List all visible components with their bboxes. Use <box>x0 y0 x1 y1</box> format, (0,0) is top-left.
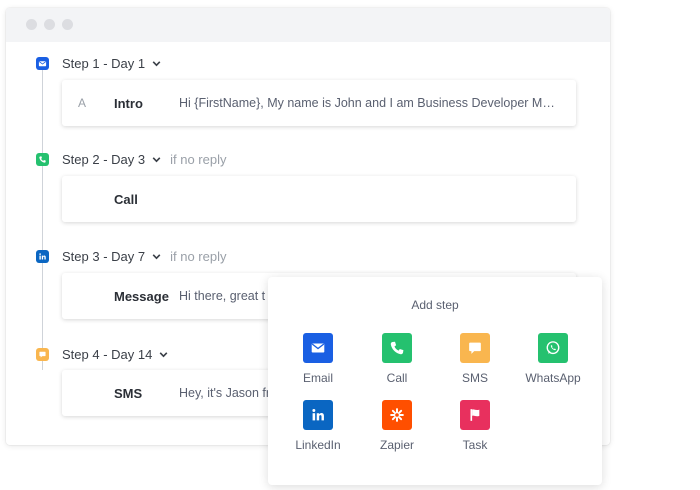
step-4-title: Step 4 - Day 14 <box>62 346 153 362</box>
step-1-card-label: Intro <box>114 95 143 111</box>
phone-icon <box>36 152 49 166</box>
step-3-title: Step 3 - Day 7 <box>62 248 146 264</box>
timeline-connector <box>42 70 43 370</box>
step-3-header[interactable]: Step 3 - Day 7 if no reply <box>36 247 226 265</box>
window-titlebar <box>6 8 610 42</box>
add-step-title: Add step <box>411 298 459 312</box>
chevron-down-icon[interactable] <box>151 58 162 69</box>
step-1-card-preview: Hi {FirstName}, My name is John and I am… <box>179 96 556 110</box>
step-1-header[interactable]: Step 1 - Day 1 <box>36 54 162 72</box>
step-4-card-label: SMS <box>114 385 143 401</box>
chevron-down-icon[interactable] <box>158 349 169 360</box>
step-4-header[interactable]: Step 4 - Day 14 <box>36 345 169 363</box>
linkedin-icon <box>36 249 49 263</box>
step-1-card-letter: A <box>78 96 87 110</box>
add-step-task-label: Task <box>462 438 488 452</box>
add-step-call-label: Call <box>386 371 408 385</box>
add-step-task[interactable]: Task <box>436 400 514 452</box>
add-step-sms[interactable]: SMS <box>436 333 514 385</box>
step-2-header[interactable]: Step 2 - Day 3 if no reply <box>36 150 226 168</box>
sms-icon <box>460 333 490 363</box>
add-step-zapier-label: Zapier <box>379 438 414 452</box>
linkedin-icon <box>303 400 333 430</box>
step-1-title: Step 1 - Day 1 <box>62 55 146 71</box>
email-icon <box>36 56 49 70</box>
step-2-card-label: Call <box>114 191 138 207</box>
add-step-linkedin[interactable]: LinkedIn <box>279 400 357 452</box>
add-step-linkedin-label: LinkedIn <box>295 438 341 452</box>
add-step-email[interactable]: Email <box>279 333 357 385</box>
step-2-title: Step 2 - Day 3 <box>62 151 146 167</box>
window-control-minimize[interactable] <box>44 19 55 30</box>
add-step-popup: Add step Email Call SMS WhatsApp LinkedI… <box>268 277 602 485</box>
step-2-condition: if no reply <box>170 151 227 167</box>
whatsapp-icon <box>538 333 568 363</box>
add-step-whatsapp-label: WhatsApp <box>525 371 581 385</box>
step-3-card-label: Message <box>114 288 169 304</box>
email-icon <box>303 333 333 363</box>
zapier-icon <box>382 400 412 430</box>
step-3-condition: if no reply <box>170 248 227 264</box>
step-1-card[interactable]: A Intro Hi {FirstName}, My name is John … <box>62 80 576 126</box>
add-step-zapier[interactable]: Zapier <box>358 400 436 452</box>
chevron-down-icon[interactable] <box>151 251 162 262</box>
phone-icon <box>382 333 412 363</box>
window-control-close[interactable] <box>26 19 37 30</box>
add-step-call[interactable]: Call <box>358 333 436 385</box>
add-step-sms-label: SMS <box>461 371 488 385</box>
flag-icon <box>460 400 490 430</box>
add-step-whatsapp[interactable]: WhatsApp <box>514 333 592 385</box>
chevron-down-icon[interactable] <box>151 154 162 165</box>
window-control-maximize[interactable] <box>62 19 73 30</box>
add-step-email-label: Email <box>302 371 333 385</box>
step-2-card[interactable]: Call <box>62 176 576 222</box>
sms-icon <box>36 347 49 361</box>
